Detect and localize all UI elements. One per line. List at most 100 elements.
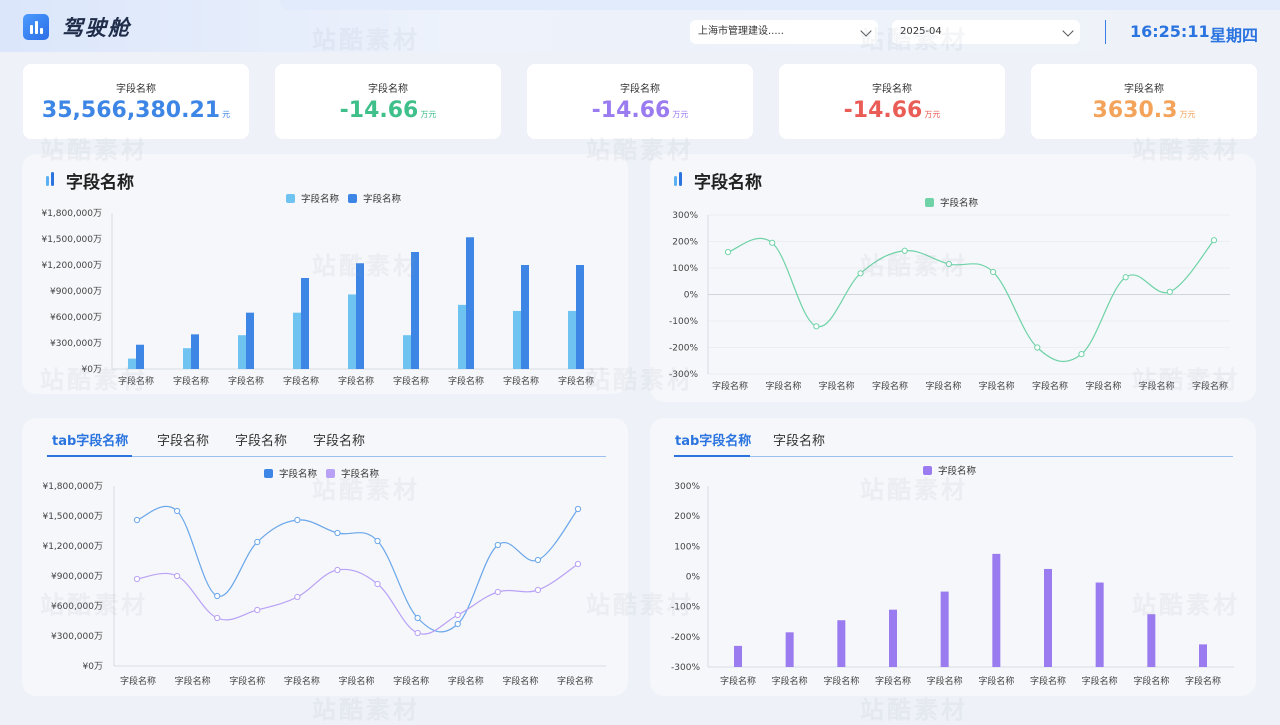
data-point	[454, 611, 461, 619]
data-point	[374, 537, 381, 545]
bar	[940, 591, 949, 667]
data-point	[534, 586, 542, 594]
bar-series-2	[136, 344, 144, 369]
kpi-card: 字段名称 35,566,380.21 元	[23, 64, 249, 139]
bar-series-2	[246, 312, 254, 369]
x-tick-label: 字段名称	[338, 675, 374, 687]
bar-series-1	[458, 304, 466, 369]
region-select-value: 上海市管理建设.....	[698, 26, 784, 37]
region-select[interactable]: 上海市管理建设.....	[690, 20, 878, 44]
y-tick-label: 100%	[674, 542, 700, 552]
bar-series-2	[521, 265, 529, 369]
bar	[992, 553, 1001, 667]
legend-swatch	[348, 194, 357, 203]
legend-label: 字段名称	[301, 193, 340, 205]
x-tick-label: 字段名称	[1085, 380, 1121, 392]
line-chart: 字段名称-300%-200%-100%0%100%200%300%字段名称 字段名…	[669, 197, 1230, 392]
bar-series-2	[411, 252, 419, 369]
x-tick-label: 字段名称	[978, 675, 1014, 687]
y-tick-label: 200%	[672, 238, 698, 248]
data-point	[133, 516, 141, 524]
data-point	[414, 629, 421, 637]
x-tick-label: 字段名称	[1192, 380, 1228, 392]
kpi-value: 35,566,380.21 元	[41, 98, 231, 123]
app-title: 驾驶舱	[62, 16, 131, 40]
tabbed-line-chart-panel: tab字段名称 字段名称 字段名称 字段名称 字段名称 字段名称 ¥0万 ¥300,0…	[22, 418, 628, 696]
y-tick-label: ¥1,500,000万	[42, 512, 103, 522]
data-point	[334, 529, 341, 537]
x-tick-label: 字段名称	[120, 675, 156, 687]
y-tick-label: ¥900,000万	[50, 287, 102, 297]
bar-series-1	[238, 335, 246, 369]
data-point	[901, 247, 908, 254]
data-point	[989, 268, 997, 276]
kpi-card: 字段名称 -14.66 万元	[275, 64, 501, 139]
x-tick-label: 字段名称	[875, 675, 911, 687]
bar-series-2	[301, 278, 309, 369]
legend-swatch	[326, 469, 335, 478]
bar-series-1	[348, 294, 356, 369]
bar	[837, 620, 846, 667]
y-tick-label: ¥900,000万	[51, 572, 103, 582]
y-tick-label: ¥600,000万	[51, 602, 103, 612]
data-point	[173, 507, 181, 515]
bar-chart-panel: 字段名称 字段名称 字段名称 ¥0万 ¥300,000万 ¥600,000万 ¥900,0…	[22, 154, 628, 394]
x-tick-label: 字段名称	[283, 375, 319, 387]
x-tick-label: 字段名称	[228, 375, 264, 387]
month-select[interactable]: 2025-04	[892, 20, 1080, 44]
data-point	[334, 566, 341, 574]
x-tick-label: 字段名称	[284, 675, 320, 687]
y-tick-label: ¥1,500,000万	[41, 235, 102, 245]
legend-label: 字段名称	[279, 468, 318, 480]
legend-label: 字段名称	[363, 193, 402, 205]
data-point	[813, 323, 820, 330]
y-tick-label: 300%	[674, 482, 700, 492]
data-point	[534, 556, 542, 564]
data-point	[294, 516, 301, 524]
bar	[1147, 614, 1156, 667]
y-tick-label: ¥1,200,000万	[42, 542, 103, 552]
x-tick-label: 字段名称	[1030, 675, 1066, 687]
x-tick-label: 字段名称	[118, 375, 154, 387]
y-tick-label: ¥300,000万	[51, 632, 103, 642]
bar-series-2	[466, 237, 474, 369]
legend-label: 字段名称	[938, 465, 977, 477]
data-point	[454, 620, 461, 628]
x-tick-label: 字段名称	[503, 375, 539, 387]
data-point	[1078, 351, 1085, 358]
x-tick-label: 字段名称	[502, 675, 538, 687]
data-point	[374, 580, 381, 588]
dual-line-chart: 字段名称 字段名称¥0万¥300,000万¥600,000万¥900,000万¥1…	[42, 468, 606, 687]
data-point	[1210, 237, 1218, 244]
kpi-label: 字段名称	[620, 84, 660, 95]
kpi-label: 字段名称	[116, 84, 156, 95]
x-tick-label: 字段名称	[872, 380, 908, 392]
bar-series-1	[568, 310, 576, 369]
x-tick-label: 字段名称	[765, 380, 801, 392]
data-point	[574, 505, 582, 513]
kpi-value: -14.66 万元	[843, 98, 941, 123]
data-point	[494, 588, 501, 596]
x-tick-label: 字段名称	[173, 375, 209, 387]
x-tick-label: 字段名称	[1185, 675, 1221, 687]
bar	[1095, 582, 1104, 667]
data-point	[1166, 288, 1173, 295]
kpi-card: 字段名称 -14.66 万元	[779, 64, 1005, 139]
y-tick-label: ¥1,200,000万	[41, 261, 102, 271]
legend-label: 字段名称	[341, 468, 380, 480]
line-chart-panel: 字段名称 字段名称 -300% -200% -100% 0% 100% 200% 300% 字段…	[650, 154, 1256, 402]
bar	[785, 632, 794, 667]
x-tick-label: 字段名称	[823, 675, 859, 687]
data-point	[254, 538, 261, 546]
y-tick-label: -100%	[669, 317, 698, 327]
legend-swatch	[923, 466, 932, 475]
legend-label: 字段名称	[940, 197, 979, 209]
kpi-value: -14.66 万元	[591, 98, 689, 123]
data-point	[1122, 274, 1129, 281]
header-divider	[1105, 20, 1106, 44]
kpi-label: 字段名称	[368, 84, 408, 95]
legend-swatch	[925, 198, 934, 207]
bar-series-1	[513, 310, 521, 369]
x-tick-label: 字段名称	[1082, 675, 1118, 687]
x-tick-label: 字段名称	[819, 380, 855, 392]
